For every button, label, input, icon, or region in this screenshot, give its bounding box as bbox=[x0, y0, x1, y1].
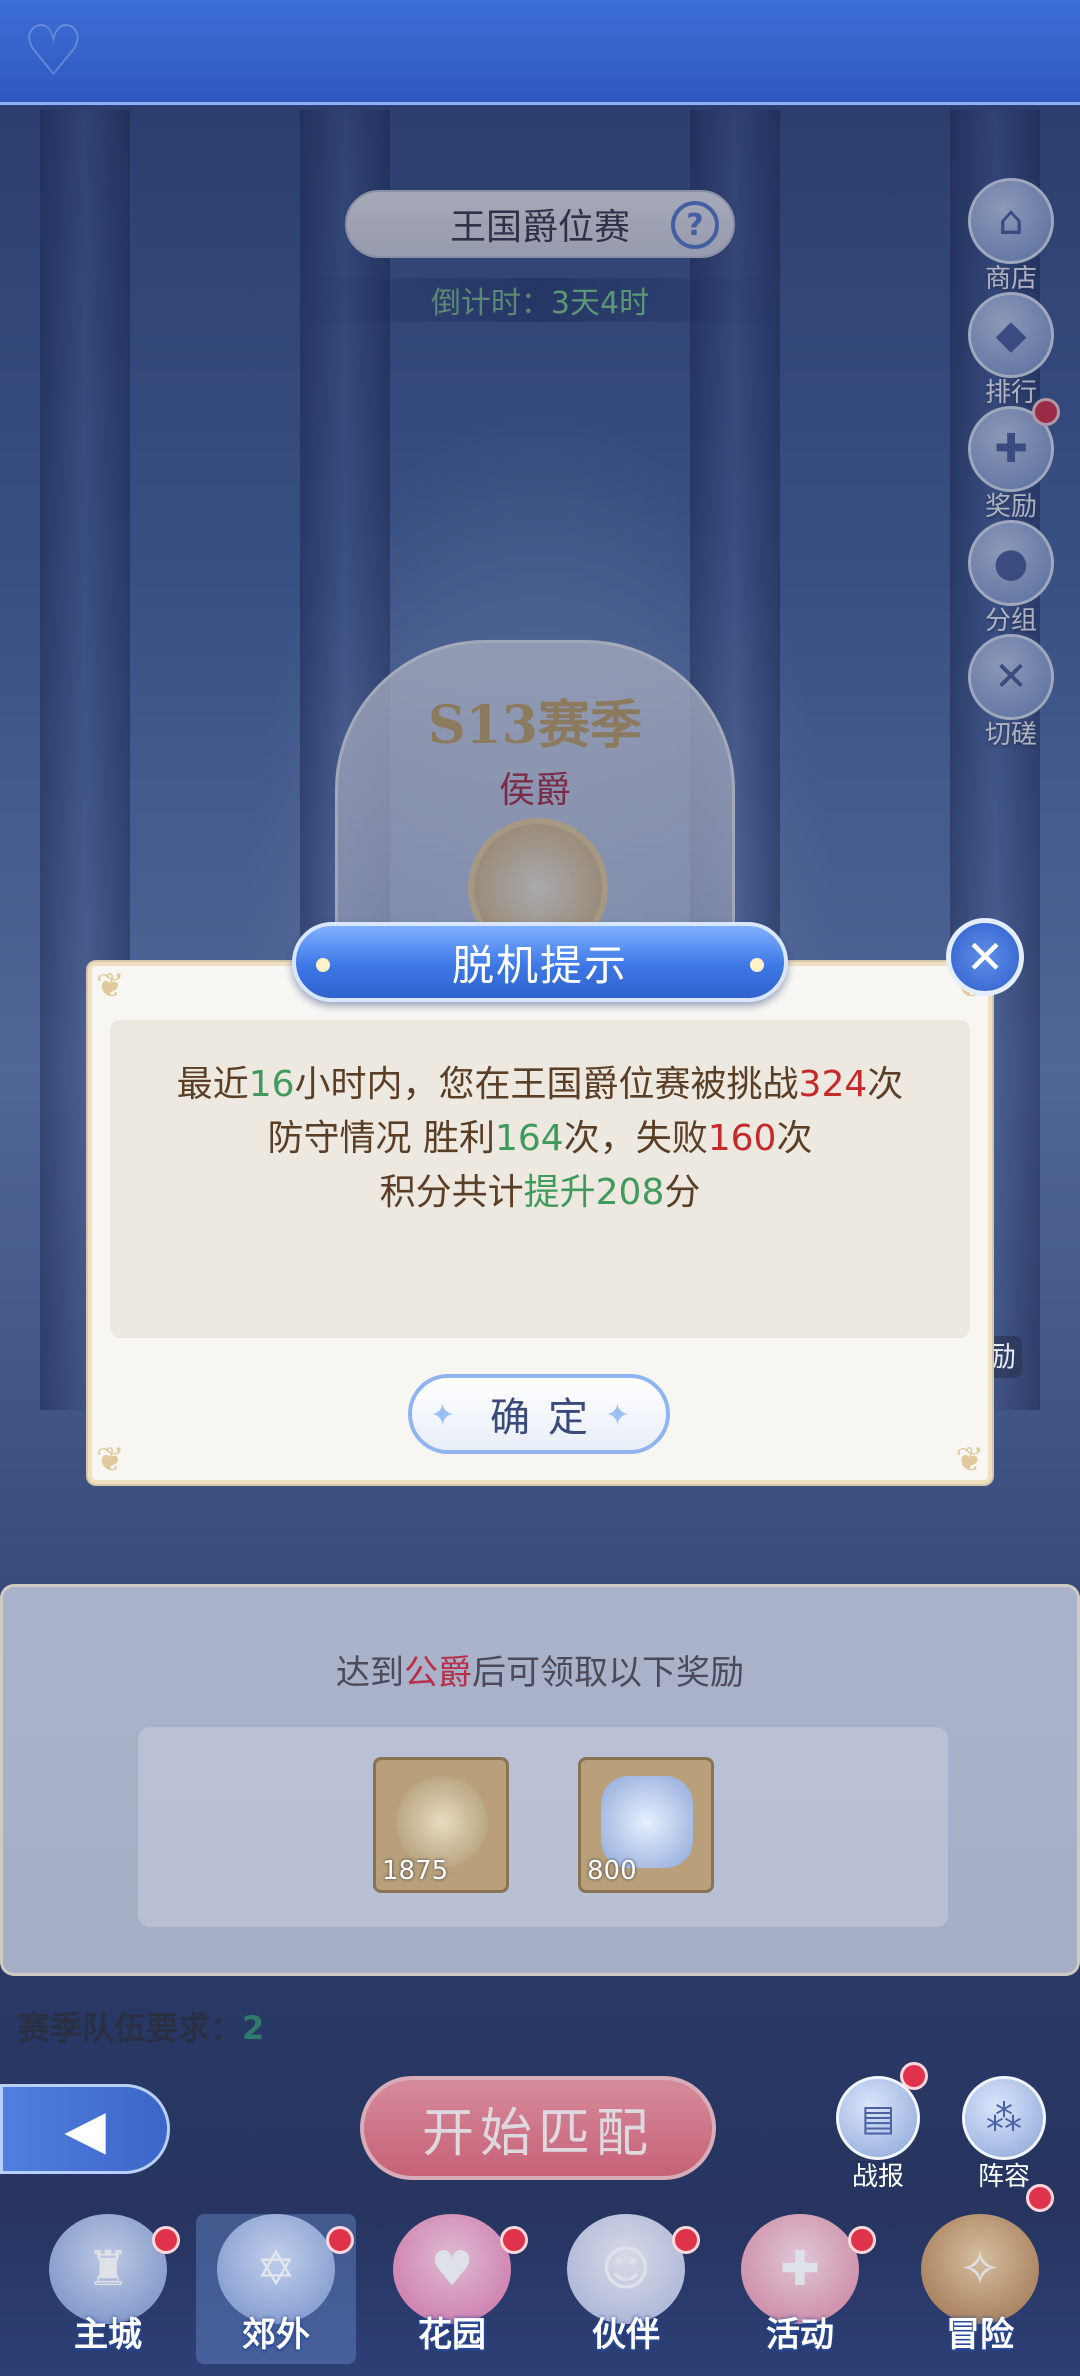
team-requirement-label: 赛季队伍要求： bbox=[18, 2009, 243, 2047]
target-rank: 公爵 bbox=[404, 1653, 472, 1693]
team-requirement: 赛季队伍要求：2 bbox=[18, 2003, 264, 2049]
close-button[interactable]: ✕ bbox=[946, 918, 1024, 996]
message-line-challenges: 最近16小时内，您在王国爵位赛被挑战324次 bbox=[110, 1058, 970, 1112]
item-count: 1875 bbox=[382, 1856, 449, 1886]
notification-badge bbox=[672, 2226, 700, 2254]
text: 次 bbox=[776, 1118, 813, 1159]
dialog-message-box: 最近16小时内，您在王国爵位赛被挑战324次 防守情况 胜利164次，失败160… bbox=[110, 1020, 970, 1338]
nav-label: 活动 bbox=[766, 2315, 834, 2355]
text: 次 bbox=[867, 1064, 904, 1105]
corner-ornament: ❦ bbox=[955, 1440, 985, 1480]
nav-label: 冒险 bbox=[946, 2315, 1014, 2355]
reward-item[interactable]: 1875 bbox=[373, 1757, 509, 1893]
text: 达到 bbox=[336, 1653, 404, 1693]
team-requirement-value: 2 bbox=[242, 2009, 265, 2047]
points-up-word: 提升 bbox=[523, 1172, 596, 1213]
corner-ornament: ❦ bbox=[96, 1440, 125, 1480]
text: 分 bbox=[664, 1172, 701, 1213]
crown-coin-icon bbox=[396, 1776, 488, 1868]
crystal-icon bbox=[601, 1776, 693, 1868]
nav-label: 花园 bbox=[418, 2315, 486, 2355]
report-label: 战报 bbox=[851, 2162, 904, 2192]
text: 小时内，您在王国爵位赛被挑战 bbox=[294, 1064, 799, 1105]
text: 后可领取以下奖励 bbox=[472, 1653, 744, 1693]
corner-ornament: ❦ bbox=[96, 966, 125, 1006]
pearl-ornament bbox=[316, 958, 330, 972]
reward-items-area bbox=[138, 1727, 948, 1927]
notification-badge bbox=[900, 2062, 928, 2090]
nav-label: 伙伴 bbox=[592, 2315, 660, 2355]
notification-badge bbox=[500, 2226, 528, 2254]
text: 次，失败 bbox=[563, 1118, 708, 1159]
heart-arrow-icon: ♡ bbox=[22, 10, 85, 92]
notification-badge bbox=[1026, 2184, 1054, 2212]
notification-badge bbox=[326, 2226, 354, 2254]
top-bar: ♡ bbox=[0, 0, 1080, 105]
lineup-button[interactable]: ⁂ 阵容 bbox=[956, 2076, 1052, 2193]
message-line-defense: 防守情况 胜利164次，失败160次 bbox=[110, 1112, 970, 1166]
message-line-points: 积分共计提升208分 bbox=[110, 1166, 970, 1220]
wins-value: 164 bbox=[494, 1118, 564, 1159]
dialog-title-bar: 脱机提示 bbox=[292, 922, 788, 1002]
close-icon: ✕ bbox=[965, 930, 1005, 984]
nav-item-adventure[interactable]: ✧ 冒险 bbox=[900, 2214, 1060, 2364]
notification-badge bbox=[152, 2226, 180, 2254]
losses-value: 160 bbox=[707, 1118, 777, 1159]
nav-label: 郊外 bbox=[242, 2315, 310, 2355]
start-match-label: 开始匹配 bbox=[421, 2103, 654, 2164]
pearl-ornament bbox=[750, 958, 764, 972]
back-arrow-icon: ◀ bbox=[64, 2097, 106, 2161]
confirm-label: 确定 bbox=[490, 1395, 606, 1441]
reward-title: 达到公爵后可领取以下奖励 bbox=[3, 1645, 1077, 1694]
challenge-count: 324 bbox=[798, 1064, 868, 1105]
confirm-button[interactable]: ✦ 确定 ✦ bbox=[408, 1374, 670, 1454]
notification-badge bbox=[848, 2226, 876, 2254]
start-match-button[interactable]: 开始匹配 bbox=[360, 2076, 716, 2180]
item-count: 800 bbox=[587, 1856, 637, 1886]
text: 防守情况 胜利 bbox=[267, 1118, 495, 1159]
battle-report-button[interactable]: ▤ 战报 bbox=[830, 2076, 926, 2193]
lineup-icon: ⁂ bbox=[962, 2076, 1046, 2160]
text: 积分共计 bbox=[379, 1172, 524, 1213]
points-value: 208 bbox=[595, 1172, 665, 1213]
hours-value: 16 bbox=[248, 1064, 295, 1105]
sparkle-icon: ✦ bbox=[430, 1398, 474, 1433]
sparkle-icon: ✦ bbox=[604, 1398, 648, 1433]
nav-label: 主城 bbox=[74, 2315, 142, 2355]
reward-item[interactable]: 800 bbox=[578, 1757, 714, 1893]
reward-panel: 达到公爵后可领取以下奖励 1875 800 bbox=[0, 1584, 1080, 1976]
text: 最近 bbox=[176, 1064, 249, 1105]
dialog-title: 脱机提示 bbox=[451, 940, 628, 990]
back-button[interactable]: ◀ bbox=[0, 2084, 170, 2174]
